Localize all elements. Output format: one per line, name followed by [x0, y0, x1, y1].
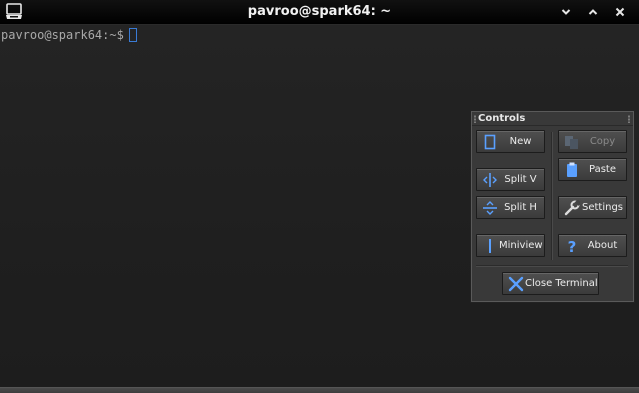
split-v-label: Split V	[504, 174, 537, 185]
miniview-button[interactable]: Miniview	[476, 234, 545, 257]
shell-prompt: pavroo@spark64:~$	[1, 28, 124, 42]
split-h-label: Split H	[504, 202, 537, 213]
terminal-window: pavroo@spark64: ~ pavroo@spark64:~$ Cont…	[0, 0, 639, 393]
controls-header[interactable]: Controls	[472, 112, 633, 126]
split-v-button[interactable]: Split V	[476, 168, 545, 191]
chevron-up-icon	[588, 9, 598, 15]
copy-label: Copy	[589, 136, 616, 147]
copy-button[interactable]: Copy	[558, 130, 627, 153]
close-x-icon	[508, 276, 524, 292]
drag-handle-icon[interactable]	[628, 115, 630, 123]
horizontal-separator	[476, 265, 628, 267]
controls-panel: Controls New Copy Split V Paste Split H …	[471, 111, 634, 302]
new-terminal-icon	[482, 134, 498, 150]
svg-text:?: ?	[568, 238, 577, 254]
close-terminal-button[interactable]: Close Terminal	[502, 272, 599, 295]
minimize-button[interactable]	[557, 3, 575, 21]
maximize-button[interactable]	[584, 3, 602, 21]
settings-label: Settings	[581, 202, 623, 213]
bottom-scrollbar[interactable]	[0, 387, 639, 393]
chevron-down-icon	[561, 9, 571, 15]
new-label: New	[509, 136, 532, 147]
miniview-label: Miniview	[499, 240, 543, 251]
about-button[interactable]: ? About	[558, 234, 627, 257]
split-horizontal-icon	[482, 200, 498, 216]
controls-title: Controls	[478, 113, 526, 124]
settings-button[interactable]: Settings	[558, 196, 627, 219]
vertical-separator	[551, 132, 553, 260]
text-cursor	[128, 28, 137, 42]
miniview-icon	[482, 238, 498, 254]
paste-icon	[564, 162, 580, 178]
new-button[interactable]: New	[476, 130, 545, 153]
window-title: pavroo@spark64: ~	[247, 4, 392, 19]
title-bar[interactable]: pavroo@spark64: ~	[0, 0, 639, 25]
split-h-button[interactable]: Split H	[476, 196, 545, 219]
close-terminal-label: Close Terminal	[525, 278, 598, 289]
close-icon	[615, 7, 625, 17]
split-vertical-icon	[482, 172, 498, 188]
close-button[interactable]	[611, 3, 629, 21]
help-icon: ?	[564, 238, 580, 254]
wrench-icon	[564, 200, 580, 216]
paste-label: Paste	[589, 164, 616, 175]
copy-icon	[564, 134, 580, 150]
drag-handle-icon[interactable]	[474, 115, 476, 123]
prompt-line: pavroo@spark64:~$	[1, 28, 137, 42]
paste-button[interactable]: Paste	[558, 158, 627, 181]
about-label: About	[587, 240, 618, 251]
